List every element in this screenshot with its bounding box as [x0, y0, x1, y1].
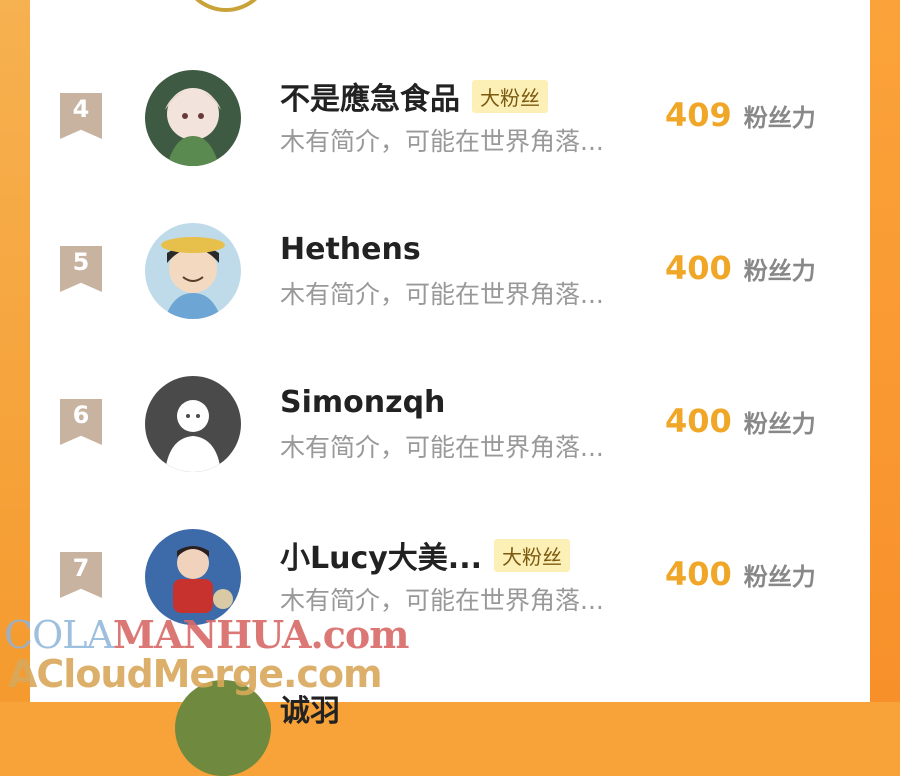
score-value: 400	[665, 555, 732, 593]
fan-power-score: 400 粉丝力	[665, 402, 816, 440]
user-bio: 木有简介，可能在世界角落...	[280, 433, 604, 462]
watermark-colamanhua: COLAMANHUA.com	[4, 612, 409, 657]
score-value: 409	[665, 96, 732, 134]
user-bio: 木有简介，可能在世界角落...	[280, 280, 604, 309]
avatar-ring-partial	[180, 0, 272, 12]
user-name[interactable]: 不是應急食品	[280, 74, 460, 118]
avatar[interactable]	[145, 70, 241, 166]
fan-level-badge: 大粉丝	[472, 79, 548, 113]
avatar[interactable]	[145, 529, 241, 625]
left-orange-border	[0, 0, 30, 702]
user-name[interactable]: Simonzqh	[280, 385, 445, 420]
fan-power-score: 400 粉丝力	[665, 249, 816, 287]
score-value: 400	[665, 402, 732, 440]
fan-level-badge: 大粉丝	[494, 538, 571, 572]
avatar[interactable]	[145, 223, 241, 319]
user-bio: 木有简介，可能在世界角落...	[280, 127, 604, 156]
fan-ranking-panel: 4 不是應急食品 大粉丝 木有简介，可能在世界角落... 409 粉丝力 5 H…	[30, 0, 870, 776]
fan-power-score: 409 粉丝力	[665, 96, 816, 134]
rank-badge: 5	[60, 246, 102, 292]
score-unit: 粉丝力	[743, 104, 816, 132]
avatar[interactable]	[145, 376, 241, 472]
ranking-row[interactable]: 4 不是應急食品 大粉丝 木有简介，可能在世界角落... 409 粉丝力	[30, 66, 870, 196]
rank-badge: 7	[60, 552, 102, 598]
user-name[interactable]: 小Lucy大美...	[280, 533, 482, 577]
score-unit: 粉丝力	[743, 257, 816, 285]
right-orange-border	[870, 0, 900, 702]
rank-badge: 4	[60, 93, 102, 139]
ranking-row[interactable]: 6 Simonzqh 木有简介，可能在世界角落... 400 粉丝力	[30, 372, 870, 502]
score-unit: 粉丝力	[743, 563, 816, 591]
watermark-acloudmerge: ACloudMerge.com	[8, 652, 383, 696]
user-name[interactable]: Hethens	[280, 232, 421, 267]
score-value: 400	[665, 249, 732, 287]
rank-badge: 6	[60, 399, 102, 445]
ranking-row[interactable]: 5 Hethens 木有简介，可能在世界角落... 400 粉丝力	[30, 219, 870, 349]
score-unit: 粉丝力	[743, 410, 816, 438]
fan-power-score: 400 粉丝力	[665, 555, 816, 593]
